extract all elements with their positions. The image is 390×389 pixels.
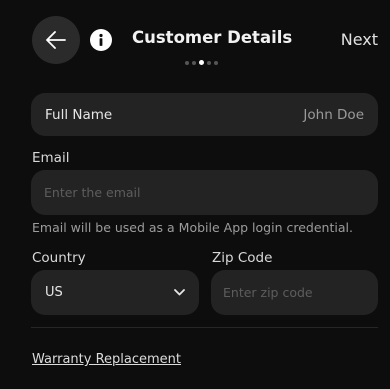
country-select[interactable]: US xyxy=(31,270,199,315)
divider xyxy=(31,327,378,328)
email-input[interactable] xyxy=(44,185,365,200)
arrow-left-icon xyxy=(46,31,66,49)
step-indicator xyxy=(185,60,218,65)
zip-code-field[interactable] xyxy=(211,270,378,315)
page-title: Customer Details xyxy=(132,28,293,47)
step-dot xyxy=(185,60,189,65)
full-name-label: Full Name xyxy=(45,106,113,123)
full-name-value: John Doe xyxy=(303,106,364,123)
full-name-row[interactable]: Full Name John Doe xyxy=(31,93,378,136)
country-value: US xyxy=(45,285,63,300)
header: Customer Details Next xyxy=(0,0,390,88)
zip-code-input[interactable] xyxy=(223,285,366,300)
customer-details-screen: Customer Details Next Full Name John Doe… xyxy=(0,0,390,389)
back-button[interactable] xyxy=(32,16,80,64)
step-dot-active xyxy=(199,60,204,65)
email-helper-text: Email will be used as a Mobile App login… xyxy=(32,220,353,235)
warranty-replacement-link[interactable]: Warranty Replacement xyxy=(32,352,181,367)
step-dot xyxy=(207,60,211,65)
info-button[interactable] xyxy=(90,29,112,51)
step-dot xyxy=(214,60,218,65)
info-icon xyxy=(99,33,103,46)
email-field[interactable] xyxy=(31,170,378,215)
step-dot xyxy=(192,60,196,65)
email-label: Email xyxy=(32,150,70,166)
chevron-down-icon xyxy=(174,289,185,296)
next-button[interactable]: Next xyxy=(341,30,378,49)
country-label: Country xyxy=(32,250,86,266)
zip-code-label: Zip Code xyxy=(212,250,273,266)
